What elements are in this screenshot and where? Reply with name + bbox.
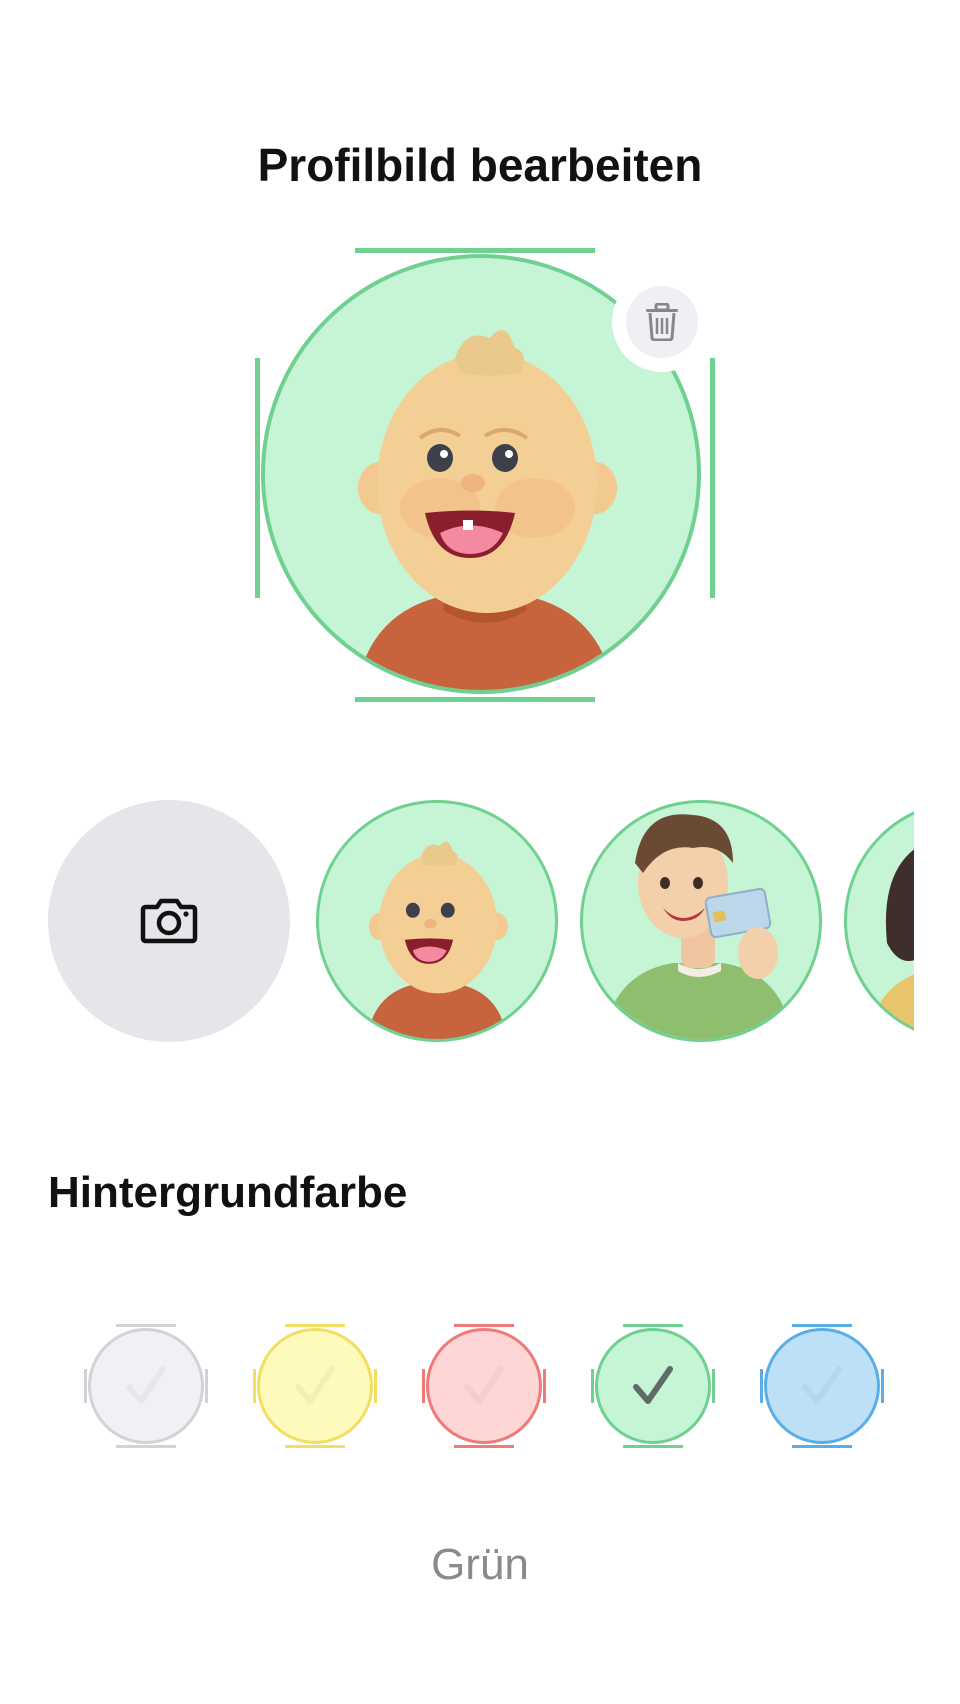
checkmark-icon — [295, 1366, 335, 1404]
color-swatch-gray[interactable] — [84, 1324, 208, 1448]
camera-icon — [140, 898, 198, 944]
color-swatch-circle — [595, 1328, 711, 1444]
color-swatch-yellow[interactable] — [253, 1324, 377, 1448]
avatar-option-woman[interactable] — [844, 800, 914, 1042]
color-swatch-circle — [426, 1328, 542, 1444]
camera-upload-button[interactable] — [48, 800, 290, 1042]
swatch-guide-mark — [881, 1369, 884, 1403]
swatch-guide-mark — [374, 1369, 377, 1403]
boy-with-id-card-avatar-thumbnail — [603, 814, 793, 1039]
swatch-guide-mark — [712, 1369, 715, 1403]
woman-avatar-thumbnail — [867, 849, 914, 1039]
color-swatch-green[interactable] — [591, 1324, 715, 1448]
avatar-option-baby[interactable] — [316, 800, 558, 1042]
swatch-guide-mark — [253, 1369, 256, 1403]
swatch-guide-mark — [285, 1324, 345, 1327]
delete-avatar-button[interactable] — [612, 272, 712, 372]
swatch-guide-mark — [116, 1445, 176, 1448]
swatch-guide-mark — [591, 1369, 594, 1403]
selected-color-label: Grün — [431, 1540, 529, 1589]
swatch-guide-mark — [454, 1445, 514, 1448]
checkmark-icon — [633, 1366, 673, 1404]
swatch-guide-mark — [792, 1324, 852, 1327]
baby-avatar-thumbnail — [367, 841, 508, 1039]
checkmark-icon — [802, 1366, 842, 1404]
swatch-guide-mark — [285, 1445, 345, 1448]
checkmark-icon — [126, 1366, 166, 1404]
swatch-guide-mark — [792, 1445, 852, 1448]
crop-guide-left — [255, 358, 260, 598]
swatch-guide-mark — [454, 1324, 514, 1327]
avatar-picker-row[interactable] — [48, 800, 914, 1042]
color-swatch-circle — [88, 1328, 204, 1444]
color-swatch-circle — [257, 1328, 373, 1444]
swatch-guide-mark — [623, 1445, 683, 1448]
swatch-guide-mark — [84, 1369, 87, 1403]
checkmark-icon — [464, 1366, 504, 1404]
avatar-option-boy-id-card[interactable] — [580, 800, 822, 1042]
swatch-guide-mark — [623, 1324, 683, 1327]
background-color-heading: Hintergrundfarbe — [48, 1168, 408, 1217]
swatch-guide-mark — [543, 1369, 546, 1403]
color-swatch-blue[interactable] — [760, 1324, 884, 1448]
swatch-guide-mark — [205, 1369, 208, 1403]
swatch-guide-mark — [422, 1369, 425, 1403]
crop-guide-right — [710, 358, 715, 598]
page-title: Profilbild bearbeiten — [257, 139, 703, 191]
crop-guide-bottom — [355, 697, 595, 702]
color-swatch-circle — [764, 1328, 880, 1444]
swatch-guide-mark — [116, 1324, 176, 1327]
swatch-guide-mark — [760, 1369, 763, 1403]
trash-icon — [646, 303, 678, 341]
crop-guide-top — [355, 248, 595, 253]
color-swatch-red[interactable] — [422, 1324, 546, 1448]
